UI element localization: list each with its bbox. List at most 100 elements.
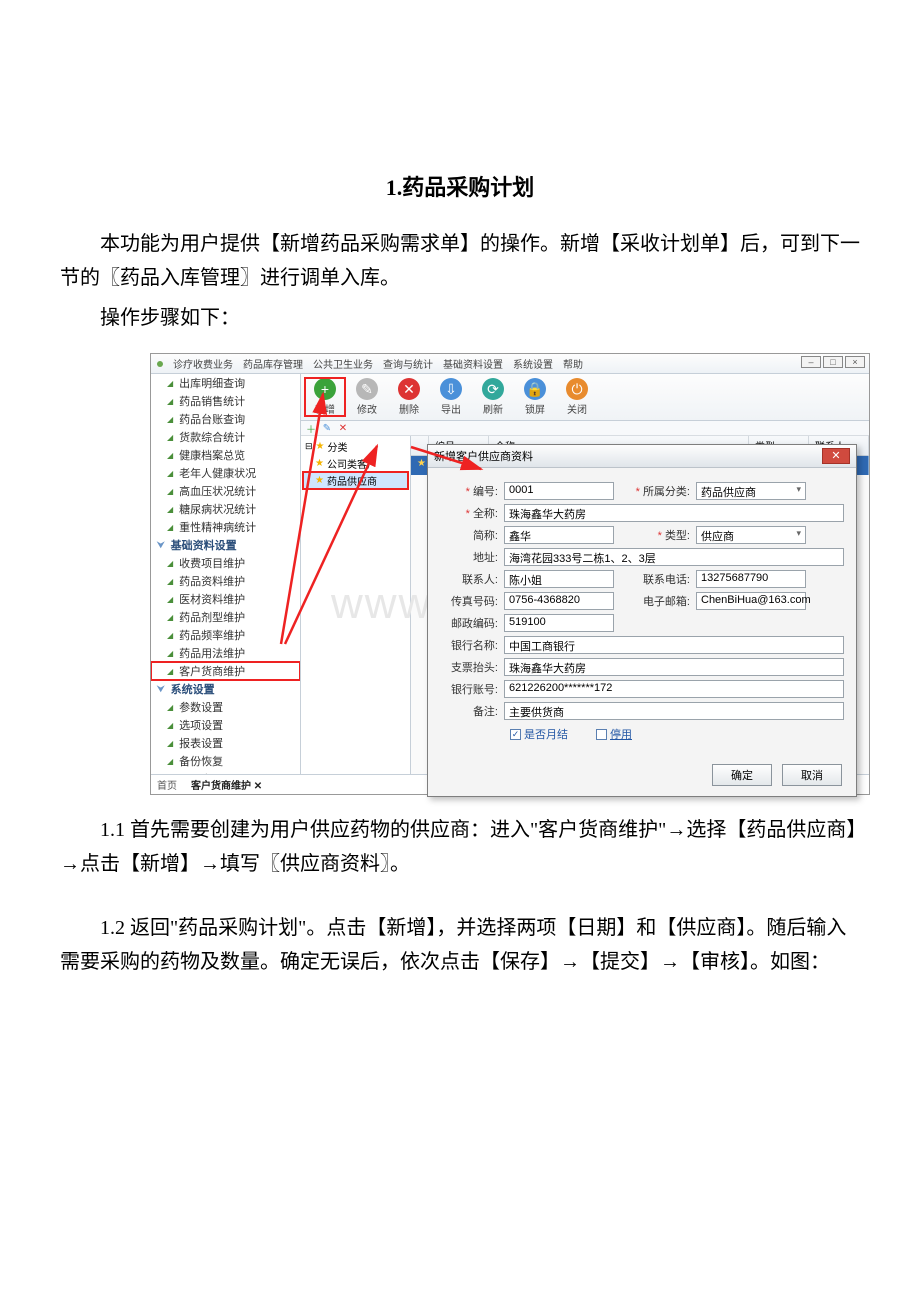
collapse-icon[interactable]: ⊟ (305, 441, 313, 452)
label-cheque: 支票抬头: (440, 659, 498, 675)
sidebar-item[interactable]: 配置向导 (151, 770, 300, 774)
sidebar-item[interactable]: 备份恢复 (151, 752, 300, 770)
input-id[interactable]: 0001 (504, 482, 614, 500)
label-account: 银行账号: (440, 681, 498, 697)
tree-node-label: 公司类客户 (327, 456, 377, 471)
sidebar-item[interactable]: 医材资料维护 (151, 590, 300, 608)
checkbox-icon (596, 729, 607, 740)
toolbar-锁屏-button[interactable]: 🔒锁屏 (515, 378, 555, 416)
sidebar-item[interactable]: 健康档案总览 (151, 446, 300, 464)
dialog-title: 新增客户供应商资料 (434, 448, 533, 464)
sidebar-item-label: 选项设置 (179, 717, 223, 733)
input-cheque[interactable]: 珠海鑫华大药房 (504, 658, 844, 676)
sidebar-item[interactable]: 药品销售统计 (151, 392, 300, 410)
sidebar-item[interactable]: 货款综合统计 (151, 428, 300, 446)
input-fax[interactable]: 0756-4368820 (504, 592, 614, 610)
label-email: 电子邮箱: (620, 593, 690, 609)
sidebar-item[interactable]: 客户货商维护 (151, 662, 300, 680)
dialog-close-icon[interactable]: ✕ (822, 448, 850, 464)
label-contact: 联系人: (440, 571, 498, 587)
sidebar-item-label: 药品频率维护 (179, 627, 245, 643)
sidebar-item[interactable]: 高血压状况统计 (151, 482, 300, 500)
supplier-dialog: 新增客户供应商资料 ✕ 编号: 0001 所属分类: 药品供应商 全称: 珠海鑫… (427, 444, 857, 797)
menu-item[interactable]: 公共卫生业务 (313, 356, 373, 371)
sidebar-item[interactable]: 药品频率维护 (151, 626, 300, 644)
menu-item[interactable]: 诊疗收费业务 (173, 356, 233, 371)
add-icon[interactable]: ＋ (305, 422, 317, 434)
input-address[interactable]: 海湾花园333号二栋1、2、3层 (504, 548, 844, 566)
delete-icon[interactable]: ✕ (337, 422, 349, 434)
minimize-icon[interactable]: – (801, 356, 821, 368)
sidebar-item[interactable]: 药品剂型维护 (151, 608, 300, 626)
chevron-down-icon: ⮟ (157, 684, 165, 695)
sidebar-item[interactable]: 报表设置 (151, 734, 300, 752)
sidebar-item[interactable]: 糖尿病状况统计 (151, 500, 300, 518)
toolbar-刷新-button[interactable]: ⟳刷新 (473, 378, 513, 416)
checkbox-monthly[interactable]: ✓ 是否月结 (510, 726, 568, 742)
select-type[interactable]: 供应商 (696, 526, 806, 544)
cancel-button[interactable]: 取消 (782, 764, 842, 786)
input-email[interactable]: ChenBiHua@163.com (696, 592, 806, 610)
sidebar-item-label: 药品销售统计 (179, 393, 245, 409)
edit-icon[interactable]: ✎ (321, 422, 333, 434)
chevron-down-icon: ⮟ (157, 540, 165, 551)
input-zip[interactable]: 519100 (504, 614, 614, 632)
star-icon: ★ (315, 475, 324, 486)
sidebar-item[interactable]: 重性精神病统计 (151, 518, 300, 536)
tree-node-supplier[interactable]: ★ 药品供应商 (303, 472, 408, 489)
tree-root[interactable]: ⊟ ★ 分类 (303, 438, 408, 455)
sidebar-item-label: 药品资料维护 (179, 573, 245, 589)
input-fullname[interactable]: 珠海鑫华大药房 (504, 504, 844, 522)
sidebar-item-label: 药品剂型维护 (179, 609, 245, 625)
toolbar-button-label: 锁屏 (515, 401, 555, 416)
toolbar-button-label: 新增 (305, 401, 345, 416)
toolbar-导出-button[interactable]: ⇩导出 (431, 378, 471, 416)
锁屏-icon: 🔒 (524, 378, 546, 400)
input-account[interactable]: 621226200*******172 (504, 680, 844, 698)
label-address: 地址: (440, 549, 498, 565)
close-icon[interactable]: × (845, 356, 865, 368)
app-icon (157, 361, 163, 367)
sidebar-nav: 出库明细查询药品销售统计药品台账查询货款综合统计健康档案总览老年人健康状况高血压… (151, 374, 301, 774)
select-category[interactable]: 药品供应商 (696, 482, 806, 500)
menu-item[interactable]: 药品库存管理 (243, 356, 303, 371)
input-note[interactable]: 主要供货商 (504, 702, 844, 720)
input-bank[interactable]: 中国工商银行 (504, 636, 844, 654)
input-tel[interactable]: 13275687790 (696, 570, 806, 588)
toolbar-修改-button[interactable]: ✎修改 (347, 378, 387, 416)
sidebar-item[interactable]: 选项设置 (151, 716, 300, 734)
toolbar-关闭-button[interactable]: ⏻关闭 (557, 378, 597, 416)
sidebar-item[interactable]: 参数设置 (151, 698, 300, 716)
toolbar-新增-button[interactable]: +新增 (305, 378, 345, 416)
tab-home[interactable]: 首页 (157, 777, 177, 792)
toolbar-删除-button[interactable]: ✕删除 (389, 378, 429, 416)
menu-item[interactable]: 帮助 (563, 356, 583, 371)
ok-button[interactable]: 确定 (712, 764, 772, 786)
tree-node-company[interactable]: ★ 公司类客户 (303, 455, 408, 472)
tree-node-label: 药品供应商 (327, 473, 377, 488)
sidebar-item-label: 货款综合统计 (179, 429, 245, 445)
sidebar-item[interactable]: 药品资料维护 (151, 572, 300, 590)
maximize-icon[interactable]: □ (823, 356, 843, 368)
tab-active[interactable]: 客户货商维护 ✕ (191, 777, 262, 792)
menu-item[interactable]: 基础资料设置 (443, 356, 503, 371)
input-contact[interactable]: 陈小姐 (504, 570, 614, 588)
checkbox-stop[interactable]: 停用 (596, 726, 632, 742)
sidebar-item[interactable]: 药品用法维护 (151, 644, 300, 662)
toolbar-button-label: 刷新 (473, 401, 513, 416)
toolbar-button-label: 删除 (389, 401, 429, 416)
sidebar-item-label: 医材资料维护 (179, 591, 245, 607)
sidebar-section-header: ⮟基础资料设置 (151, 536, 300, 554)
sidebar-item[interactable]: 出库明细查询 (151, 374, 300, 392)
sidebar-item[interactable]: 收费项目维护 (151, 554, 300, 572)
menu-item[interactable]: 查询与统计 (383, 356, 433, 371)
toolbar: +新增✎修改✕删除⇩导出⟳刷新🔒锁屏⏻关闭 (301, 374, 869, 421)
sidebar-item-label: 老年人健康状况 (179, 465, 256, 481)
sidebar-item[interactable]: 药品台账查询 (151, 410, 300, 428)
input-shortname[interactable]: 鑫华 (504, 526, 614, 544)
menu-item[interactable]: 系统设置 (513, 356, 553, 371)
删除-icon: ✕ (398, 378, 420, 400)
sidebar-item[interactable]: 老年人健康状况 (151, 464, 300, 482)
label-tel: 联系电话: (620, 571, 690, 587)
新增-icon: + (314, 378, 336, 400)
